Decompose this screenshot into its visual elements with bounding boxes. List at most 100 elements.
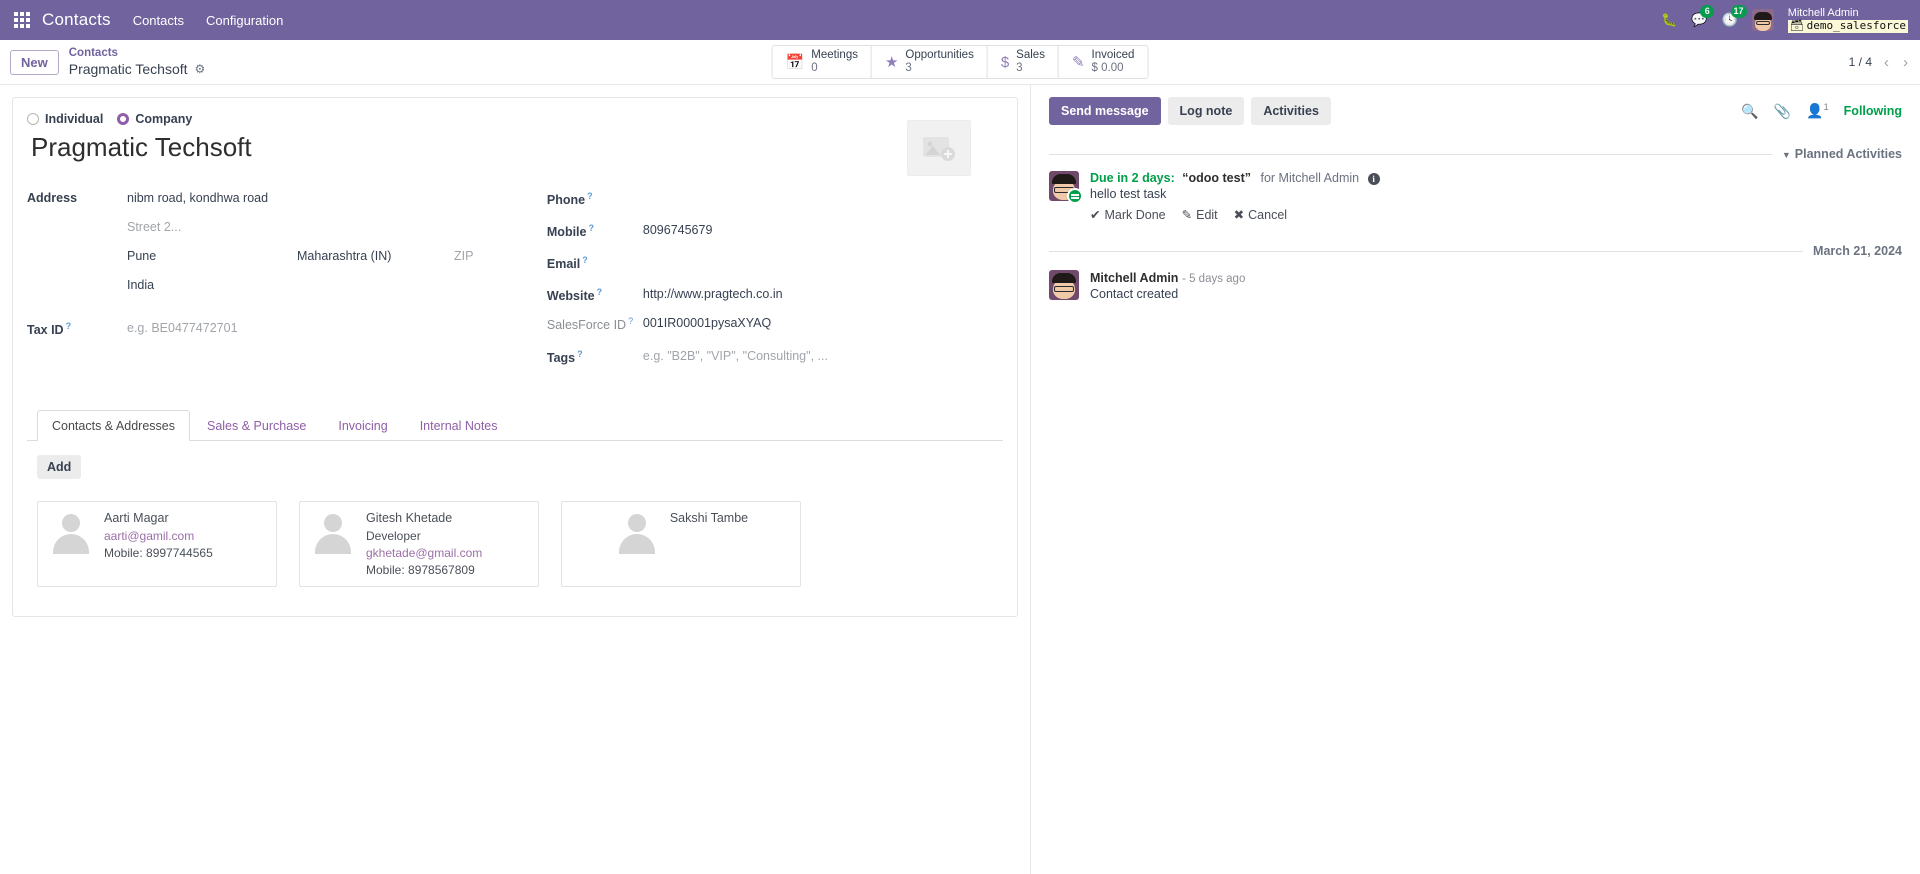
notebook-tabs: Contacts & Addresses Sales & Purchase In… xyxy=(27,410,1003,441)
stat-label: Sales xyxy=(1016,48,1045,61)
radio-individual[interactable]: Individual xyxy=(27,112,103,126)
contact-card[interactable]: Aarti Magar aarti@gamil.com Mobile: 8997… xyxy=(37,501,277,588)
contact-email[interactable]: gkhetade@gmail.com xyxy=(366,545,482,561)
caret-down-icon: ▼ xyxy=(1781,150,1791,160)
activity-headline: Due in 2 days: “odoo test” for Mitchell … xyxy=(1090,171,1380,185)
contact-card[interactable]: Sakshi Tambe xyxy=(561,501,801,588)
stat-button-meetings[interactable]: 📅 Meetings 0 xyxy=(773,46,872,78)
help-icon[interactable]: ? xyxy=(582,255,588,265)
field-label-address: Address xyxy=(27,191,78,205)
date-label: March 21, 2024 xyxy=(1813,244,1902,258)
field-address: Address nibm road, kondhwa road xyxy=(27,189,535,212)
contact-phone: Mobile: 8997744565 xyxy=(104,546,213,561)
info-icon[interactable]: i xyxy=(1367,173,1380,185)
field-mobile: Mobile? 8096745679 xyxy=(547,221,1003,244)
mark-done-button[interactable]: ✔ Mark Done xyxy=(1090,207,1166,223)
stat-value: $ 0.00 xyxy=(1091,62,1124,74)
avatar xyxy=(1049,270,1079,300)
field-value-street2[interactable]: Street 2... xyxy=(127,218,181,234)
log-note-button[interactable]: Log note xyxy=(1167,97,1245,125)
following-status[interactable]: Following xyxy=(1844,104,1902,118)
followers-button[interactable]: 👤1 xyxy=(1806,102,1828,120)
planned-activities-title[interactable]: ▼ Planned Activities xyxy=(1782,147,1902,161)
field-value-tags[interactable]: e.g. "B2B", "VIP", "Consulting", ... xyxy=(635,347,828,363)
page-body: Individual Company Pragmatic Techsoft Ad… xyxy=(0,85,1920,874)
edit-activity-button[interactable]: ✎ Edit xyxy=(1182,207,1218,223)
apps-grid-icon[interactable] xyxy=(14,12,30,28)
app-title[interactable]: Contacts xyxy=(42,10,111,30)
field-value-country[interactable]: India xyxy=(127,276,154,292)
tab-sales-purchase[interactable]: Sales & Purchase xyxy=(192,410,321,441)
bug-icon[interactable]: 🐛 xyxy=(1661,12,1677,28)
form-sheet: Individual Company Pragmatic Techsoft Ad… xyxy=(12,97,1018,617)
field-value-website[interactable]: http://www.pragtech.co.in xyxy=(635,285,783,301)
dollar-icon: $ xyxy=(1000,53,1010,71)
radio-dot-selected-icon xyxy=(117,113,130,125)
stat-button-sales[interactable]: $ Sales 3 xyxy=(988,46,1059,78)
page-title[interactable]: Pragmatic Techsoft xyxy=(31,132,1003,163)
form-column-left: Address nibm road, kondhwa road Street 2… xyxy=(27,189,535,376)
help-icon[interactable]: ? xyxy=(66,321,72,331)
chatter-toolbar: Send message Log note Activities 🔍 📎 👤1 … xyxy=(1049,97,1902,125)
field-salesforce-id: SalesForce ID? 001IR00001pysaXYAQ xyxy=(547,314,1003,337)
contact-function: Developer xyxy=(366,528,421,543)
help-icon[interactable]: ? xyxy=(628,316,633,326)
stat-label: Invoiced xyxy=(1091,48,1135,61)
contact-card[interactable]: Gitesh Khetade Developer gkhetade@gmail.… xyxy=(299,501,539,588)
field-value-mobile[interactable]: 8096745679 xyxy=(635,221,713,237)
search-icon[interactable]: 🔍 xyxy=(1741,103,1758,120)
tab-internal-notes[interactable]: Internal Notes xyxy=(405,410,513,441)
help-icon[interactable]: ? xyxy=(577,349,583,359)
image-add-icon[interactable] xyxy=(907,120,971,176)
breadcrumb-parent[interactable]: Contacts xyxy=(69,47,206,61)
avatar[interactable] xyxy=(1751,9,1774,31)
breadcrumb-current: Pragmatic Techsoft ⚙ xyxy=(68,60,206,77)
field-phone: Phone? xyxy=(547,189,1003,212)
new-button[interactable]: New xyxy=(10,49,59,75)
user-menu[interactable]: Mitchell Admin 🗃 demo_salesforce xyxy=(1787,7,1908,33)
field-value-zip[interactable]: ZIP xyxy=(454,247,473,263)
avatar xyxy=(310,510,356,556)
message-header: Mitchell Admin - 5 days ago xyxy=(1090,270,1245,285)
tab-invoicing[interactable]: Invoicing xyxy=(323,410,402,441)
activities-button[interactable]: Activities xyxy=(1251,97,1331,125)
send-message-button[interactable]: Send message xyxy=(1049,97,1161,125)
avatar xyxy=(1049,171,1083,204)
activity-type-icon xyxy=(1067,188,1083,204)
chevron-left-icon[interactable]: ‹ xyxy=(1882,54,1891,71)
field-value-state[interactable]: Maharashtra (IN) xyxy=(297,247,454,263)
help-icon[interactable]: ? xyxy=(588,223,594,233)
chatter-panel: Send message Log note Activities 🔍 📎 👤1 … xyxy=(1030,85,1920,874)
stat-button-invoiced[interactable]: ✎ Invoiced $ 0.00 xyxy=(1059,46,1147,78)
star-icon: ★ xyxy=(884,53,899,71)
radio-dot-icon xyxy=(27,113,39,125)
add-button[interactable]: Add xyxy=(37,455,82,479)
clock-icon[interactable]: 🕓 17 xyxy=(1722,5,1747,28)
avatar xyxy=(614,510,660,556)
breadcrumb: Contacts Pragmatic Techsoft ⚙ xyxy=(69,47,206,78)
field-value-street[interactable]: nibm road, kondhwa road xyxy=(127,189,268,205)
cancel-activity-button[interactable]: ✖ Cancel xyxy=(1234,207,1287,223)
chevron-right-icon[interactable]: › xyxy=(1901,54,1910,71)
help-icon[interactable]: ? xyxy=(597,287,603,297)
paperclip-icon[interactable]: 📎 xyxy=(1774,103,1791,120)
field-label-website: Website? xyxy=(546,287,603,304)
gear-icon[interactable]: ⚙ xyxy=(195,62,206,76)
field-city-state-zip: Pune Maharashtra (IN) ZIP xyxy=(27,247,535,270)
contact-email[interactable]: aarti@gamil.com xyxy=(104,528,213,544)
stat-button-opportunities[interactable]: ★ Opportunities 3 xyxy=(872,46,988,78)
field-value-city[interactable]: Pune xyxy=(127,247,297,263)
radio-company[interactable]: Company xyxy=(117,112,192,126)
messages-icon[interactable]: 💬 6 xyxy=(1691,5,1715,28)
field-label-salesforce-id: SalesForce ID? xyxy=(546,316,634,333)
nav-menu-configuration[interactable]: Configuration xyxy=(206,13,283,28)
nav-menu-contacts[interactable]: Contacts xyxy=(133,13,184,28)
activity-item: Due in 2 days: “odoo test” for Mitchell … xyxy=(1049,171,1902,222)
field-value-tax-id[interactable]: e.g. BE0477472701 xyxy=(127,319,238,335)
help-icon[interactable]: ? xyxy=(587,191,593,201)
tab-contacts-addresses[interactable]: Contacts & Addresses xyxy=(37,410,190,441)
stat-value: 0 xyxy=(811,62,818,74)
contact-name: Gitesh Khetade xyxy=(366,511,453,525)
field-value-salesforce-id[interactable]: 001IR00001pysaXYAQ xyxy=(635,314,771,330)
field-label-email: Email? xyxy=(546,255,588,272)
